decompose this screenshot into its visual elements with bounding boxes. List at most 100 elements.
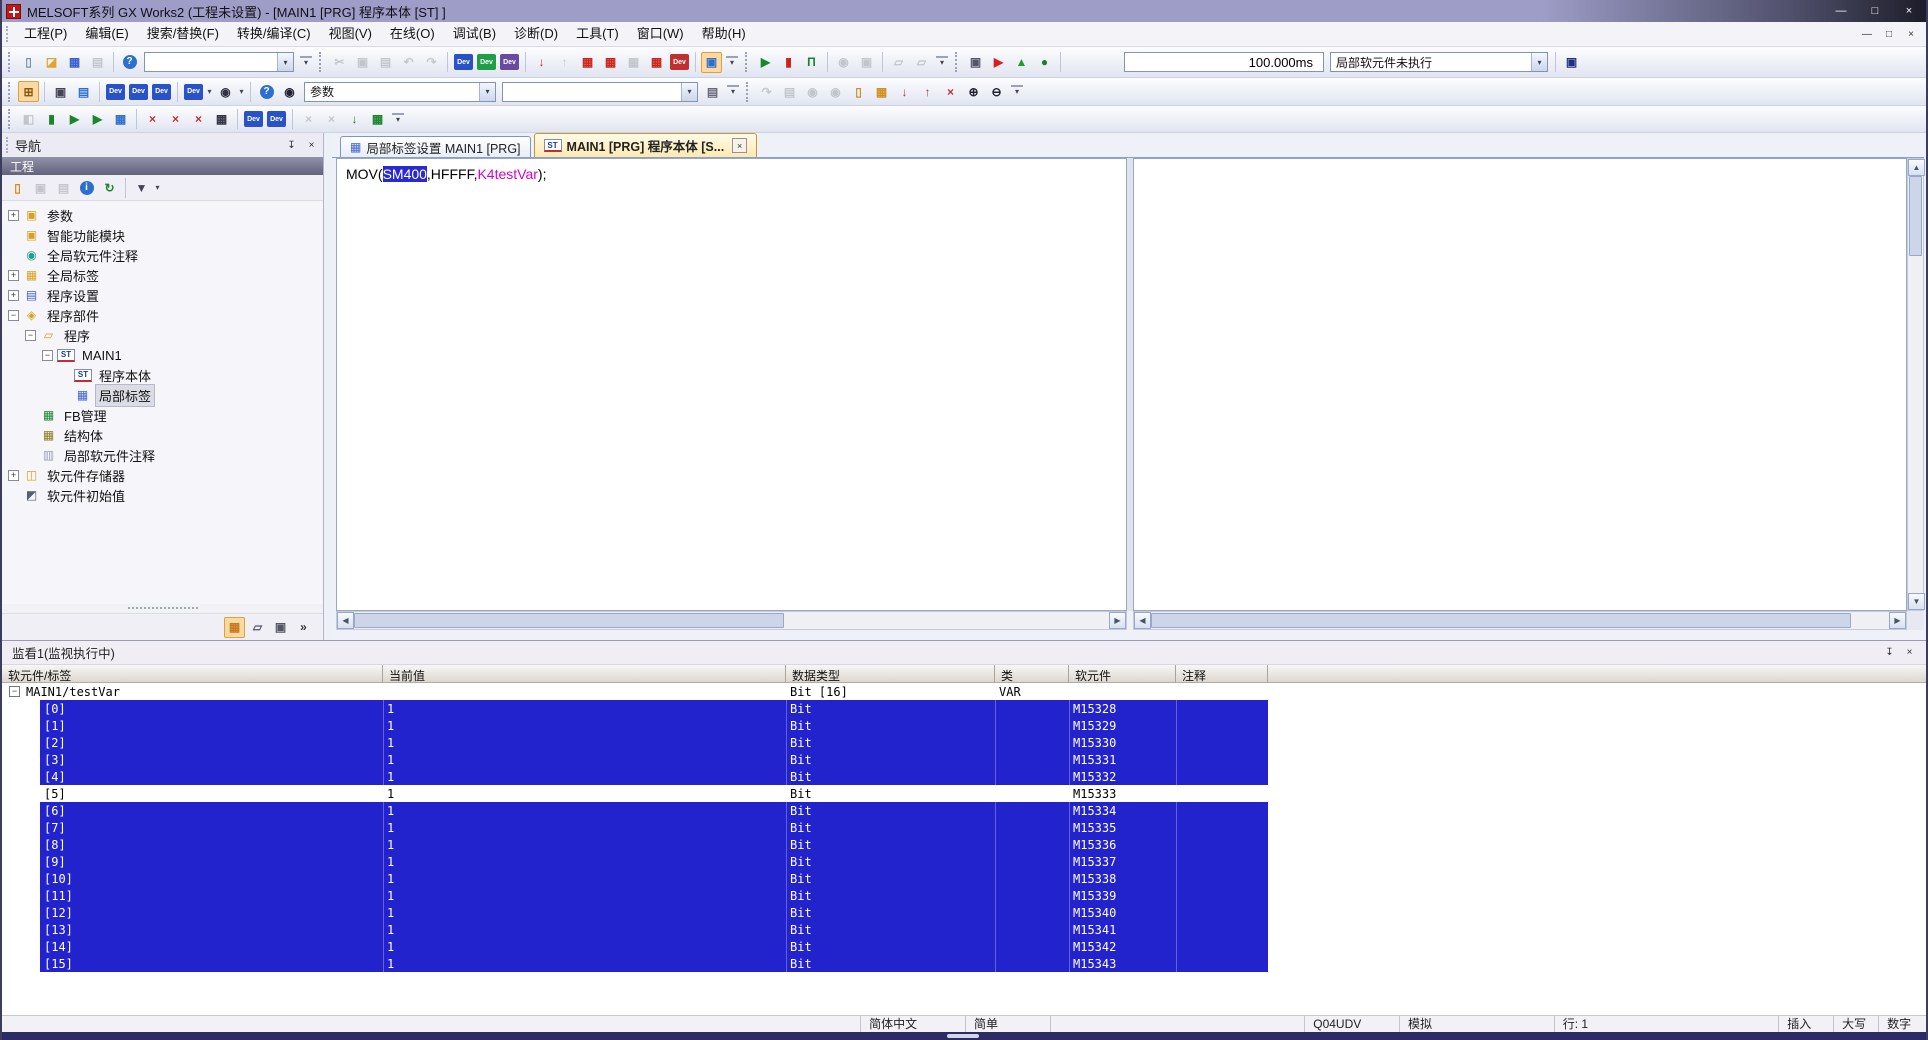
menubar-grip[interactable] [6,25,11,43]
sidebar-item-fb-management[interactable]: ▦ FB管理 [2,405,323,425]
menu-item-2[interactable]: 搜索/替换(F) [138,22,228,46]
start-simulation-icon[interactable]: ▶ [988,52,1009,73]
scroll-left-icon[interactable]: ◀ [337,612,354,629]
sidebar-item-main1[interactable]: − ST MAIN1 [2,345,323,365]
watch-column-3[interactable]: 类 [995,665,1069,683]
device-exec-combo-dropdown-icon[interactable]: ▾ [1531,53,1547,71]
watch-row-12[interactable]: [11] 1 Bit M15339 [2,887,1926,904]
sample-trace-start-icon[interactable]: ↓ [344,109,365,130]
forced-output-cancel-icon[interactable]: × [165,109,186,130]
watch-window-icon[interactable]: ▣ [1561,52,1582,73]
undo-icon[interactable]: ↶ [398,52,419,73]
watch-row-15[interactable]: [14] 1 Bit M15342 [2,938,1926,955]
menu-item-9[interactable]: 窗口(W) [628,22,693,46]
monitor-start-icon[interactable]: ▶ [755,52,776,73]
tree-expander-icon[interactable]: + [8,469,19,481]
device-batch-monitor-icon[interactable]: ▦ [577,52,598,73]
watch-row-6[interactable]: [5] 1 Bit M15333 [2,785,1926,802]
sort-filter-dropdown-icon[interactable]: ▾ [153,183,162,192]
st-editor-pane-secondary[interactable] [1133,158,1907,611]
tree-expander-icon[interactable]: − [42,349,53,361]
step-break-icon[interactable]: ▶ [64,109,85,130]
zoom-out-icon[interactable]: ⊖ [986,81,1007,102]
simulation-warning-icon[interactable]: ▲ [1011,52,1032,73]
sidebar-item-pou[interactable]: − ◈ 程序部件 [2,305,323,325]
scrollbar-track[interactable] [1908,176,1923,593]
close-icon[interactable]: × [1901,645,1918,661]
read-from-plc-icon[interactable]: ↑ [554,52,575,73]
watch-column-5[interactable]: 注释 [1176,665,1268,683]
toolbar-overflow-button[interactable]: ▾ [392,112,404,126]
condition-cancel-1-icon[interactable]: × [298,109,319,130]
pin-icon[interactable]: ↧ [1881,645,1898,661]
device-find-icon[interactable]: ◉ [215,81,236,102]
paste-data-icon[interactable]: ▤ [53,177,74,198]
view-connection-destination-icon[interactable]: ▣ [270,617,291,638]
project-combo-dropdown-icon[interactable]: ▾ [277,53,293,71]
break-list-icon[interactable]: ▦ [110,109,131,130]
sidebar-item-local-device-comment[interactable]: ▥ 局部软元件注释 [2,445,323,465]
project-combo[interactable]: ▾ [144,52,294,72]
watch-column-0[interactable]: 软元件/标签 [2,665,383,683]
line-statement-down-icon[interactable]: ↓ [894,81,915,102]
monitor-mode-icon[interactable]: ▣ [701,51,722,73]
watch-stop-icon[interactable]: ▱ [911,52,932,73]
line-statement-up-icon[interactable]: ↑ [917,81,938,102]
device-monitor-window-icon[interactable]: Dev [477,54,496,70]
watch-row-0[interactable]: − MAIN1/testVar Bit [16] VAR [2,683,1926,700]
toolbar-overflow-button[interactable]: ▾ [727,85,739,98]
navigation-window-toggle-icon[interactable]: ⊞ [18,81,39,102]
device-comment-window-icon[interactable]: Dev [106,83,125,100]
sidebar-item-global-device-comment[interactable]: ◉ 全局软元件注释 [2,245,323,265]
menu-item-10[interactable]: 帮助(H) [693,22,755,46]
sidebar-item-program-body[interactable]: ST 程序本体 [2,365,323,385]
device-hex-search-icon[interactable]: Dev [500,54,519,70]
watch-start-icon[interactable]: ▱ [888,52,909,73]
more-views-icon[interactable]: » [293,617,314,638]
sidebar-item-program[interactable]: − ▱ 程序 [2,325,323,345]
condition-cancel-2-icon[interactable]: × [321,109,342,130]
menu-item-8[interactable]: 工具(T) [567,22,628,46]
tree-expander-icon[interactable]: + [8,289,19,301]
device-search-1-icon[interactable]: ◉ [833,52,854,73]
tree-expander-icon[interactable]: + [8,269,19,281]
simulation-settings-icon[interactable]: ▣ [965,52,986,73]
ladder-find-2-icon[interactable]: ◉ [825,81,846,102]
sidebar-item-local-label[interactable]: ▦ 局部标签 [2,383,323,407]
sidebar-item-structure[interactable]: ▦ 结构体 [2,425,323,445]
simulation-status-icon[interactable]: ● [1034,52,1055,73]
device-display-format-icon[interactable]: Dev [184,83,203,100]
code-line[interactable]: MOV(SM400,HFFFF,K4testVar); [337,159,1126,182]
watch-row-4[interactable]: [3] 1 Bit M15331 [2,751,1926,768]
zoom-in-icon[interactable]: ⊕ [963,81,984,102]
buffer-memory-monitor-icon[interactable]: ▦ [600,52,621,73]
watch-column-4[interactable]: 软元件 [1069,665,1176,683]
device-display-icon[interactable]: Dev [670,54,689,70]
sidebar-item-intelligent-module[interactable]: ▣ 智能功能模块 [2,225,323,245]
toolbar-grip[interactable] [8,52,13,72]
scroll-down-icon[interactable]: ▼ [1908,593,1925,610]
note-insert-icon[interactable]: ▦ [871,81,892,102]
horizontal-scrollbar-right[interactable]: ◀ ▶ [1133,611,1907,630]
watch-row-2[interactable]: [1] 1 Bit M15329 [2,717,1926,734]
step-pause-icon[interactable]: ▮ [41,109,62,130]
watch-column-1[interactable]: 当前值 [383,665,786,683]
watch-row-10[interactable]: [9] 1 Bit M15337 [2,853,1926,870]
menu-item-1[interactable]: 编辑(E) [76,22,137,46]
vertical-scrollbar[interactable]: ▲ ▼ [1907,158,1925,611]
tab-close-icon[interactable]: × [732,138,748,153]
keyword-combo-dropdown-icon[interactable]: ▾ [479,82,495,101]
watch-row-11[interactable]: [10] 1 Bit M15338 [2,870,1926,887]
forced-input-cancel-icon[interactable]: × [142,109,163,130]
device-exec-combo[interactable]: 局部软元件未执行 ▾ [1330,52,1548,72]
close-icon[interactable]: × [303,137,320,153]
device-comment-search-icon[interactable]: Dev [454,54,473,70]
print-preview-icon[interactable]: ▤ [702,81,723,102]
menu-item-6[interactable]: 调试(B) [444,22,505,46]
find-target-combo[interactable]: ▾ [502,81,698,102]
redo-icon[interactable]: ↷ [421,52,442,73]
menu-item-0[interactable]: 工程(P) [15,22,76,46]
sidebar-item-device-initial-value[interactable]: ◩ 软元件初始值 [2,485,323,505]
row-expander-icon[interactable]: − [9,686,20,697]
ladder-table-icon[interactable]: ▤ [779,81,800,102]
